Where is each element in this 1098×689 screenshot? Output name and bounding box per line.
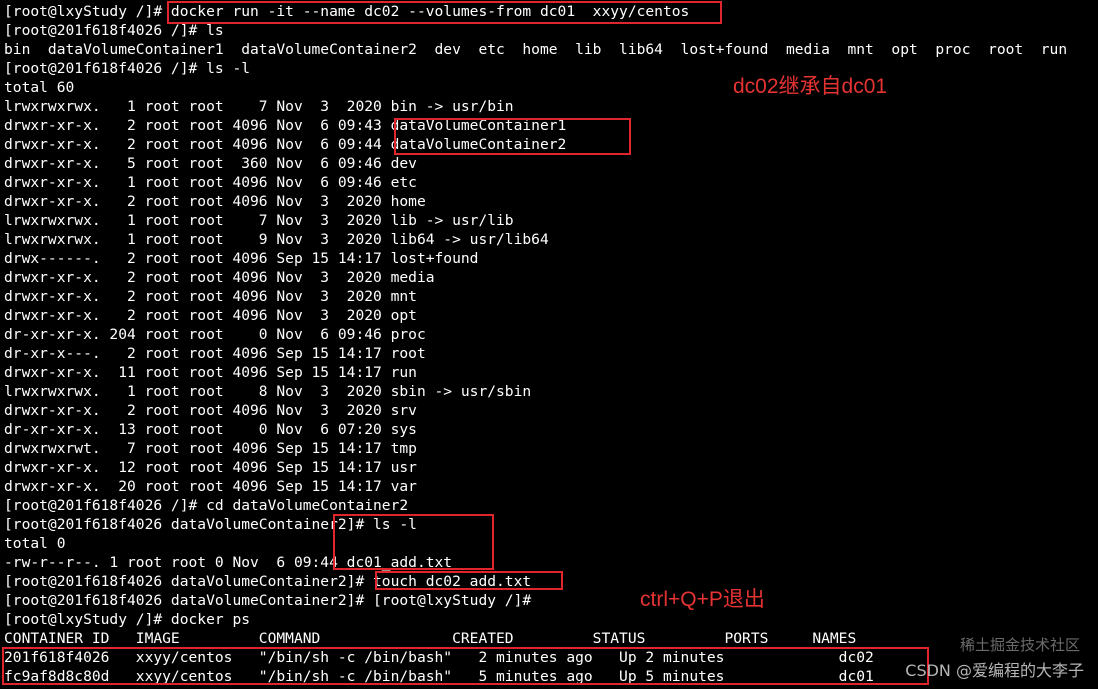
terminal-line: drwx------. 2 root root 4096 Sep 15 14:1…	[4, 250, 479, 267]
highlight-docker-ps-rows	[2, 647, 929, 685]
terminal-line: drwxr-xr-x. 1 root root 4096 Nov 6 09:46…	[4, 174, 417, 191]
juejin-watermark: 稀土掘金技术社区	[959, 636, 1080, 654]
terminal-line: [root@201f618f4026 /]# ls -l	[4, 60, 251, 77]
terminal-line: drwxr-xr-x. 2 root root 4096 Nov 3 2020 …	[4, 288, 417, 305]
terminal-line: [root@201f618f4026 dataVolumeContainer2]…	[4, 516, 417, 533]
terminal-line: drwxr-xr-x. 2 root root 4096 Nov 3 2020 …	[4, 269, 435, 286]
highlight-ls-output	[333, 514, 494, 570]
highlight-docker-run-command	[167, 1, 722, 24]
terminal-line: total 0	[4, 535, 66, 552]
terminal-line: drwxr-xr-x. 5 root root 360 Nov 6 09:46 …	[4, 155, 417, 172]
terminal-line: drwxr-xr-x. 2 root root 4096 Nov 3 2020 …	[4, 307, 417, 324]
terminal-line: lrwxrwxrwx. 1 root root 8 Nov 3 2020 sbi…	[4, 383, 532, 400]
terminal-line: dr-xr-xr-x. 13 root root 0 Nov 6 07:20 s…	[4, 421, 417, 438]
terminal-line: [root@201f618f4026 dataVolumeContainer2]…	[4, 592, 532, 609]
terminal-line: drwxr-xr-x. 20 root root 4096 Sep 15 14:…	[4, 478, 417, 495]
terminal-line: [root@lxyStudy /]# docker ps	[4, 611, 251, 628]
terminal-line: dr-xr-xr-x. 204 root root 0 Nov 6 09:46 …	[4, 326, 426, 343]
terminal-line: drwxr-xr-x. 2 root root 4096 Nov 3 2020 …	[4, 402, 417, 419]
detach-annotation: ctrl+Q+P退出	[640, 588, 765, 611]
terminal-line: CONTAINER ID IMAGE COMMAND CREATED STATU…	[4, 630, 857, 647]
terminal-line: lrwxrwxrwx. 1 root root 9 Nov 3 2020 lib…	[4, 231, 549, 248]
terminal-line: bin dataVolumeContainer1 dataVolumeConta…	[4, 41, 1068, 58]
highlight-touch-command	[375, 571, 563, 590]
terminal-line: lrwxrwxrwx. 1 root root 7 Nov 3 2020 bin…	[4, 98, 514, 115]
terminal-line: drwxr-xr-x. 12 root root 4096 Sep 15 14:…	[4, 459, 417, 476]
terminal-line: dr-xr-x---. 2 root root 4096 Sep 15 14:1…	[4, 345, 426, 362]
csdn-watermark: CSDN @爱编程的大李子	[905, 661, 1084, 680]
terminal-line: -rw-r--r--. 1 root root 0 Nov 6 09:44 dc…	[4, 554, 453, 571]
terminal-line: drwxr-xr-x. 11 root root 4096 Sep 15 14:…	[4, 364, 417, 381]
terminal-line: drwxrwxrwt. 7 root root 4096 Sep 15 14:1…	[4, 440, 417, 457]
inherit-annotation: dc02继承自dc01	[733, 75, 888, 98]
terminal-line: lrwxrwxrwx. 1 root root 7 Nov 3 2020 lib…	[4, 212, 514, 229]
terminal-line: [root@201f618f4026 /]# cd dataVolumeCont…	[4, 497, 409, 514]
terminal-line: total 60	[4, 79, 75, 96]
terminal-line: drwxr-xr-x. 2 root root 4096 Nov 3 2020 …	[4, 193, 426, 210]
highlight-data-volume-dirs	[394, 118, 631, 155]
